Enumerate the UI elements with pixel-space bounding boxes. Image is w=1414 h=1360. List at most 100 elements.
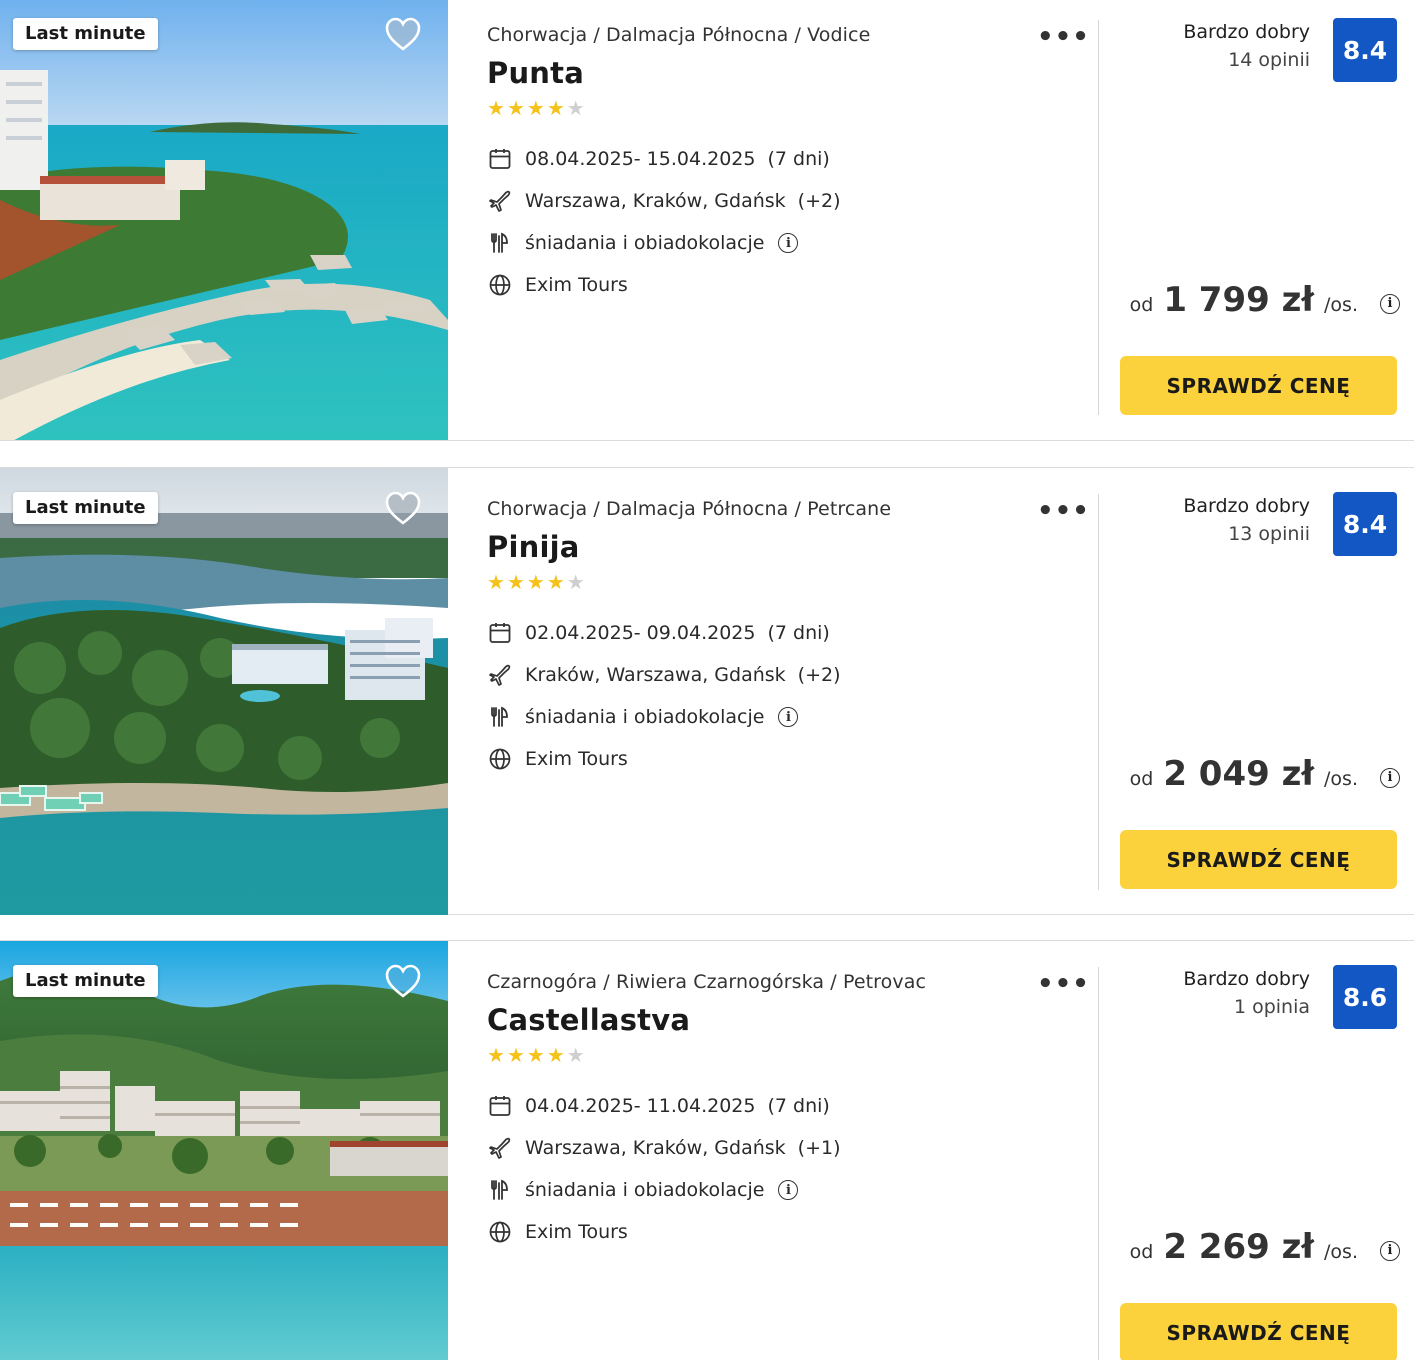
price-suffix: /os.: [1324, 768, 1358, 790]
hotel-stars: ★ ★ ★ ★ ★: [487, 1043, 1087, 1067]
departures-row: Warszawa, Kraków, Gdańsk (+1): [487, 1127, 1087, 1169]
check-price-button[interactable]: SPRAWDŹ CENĘ: [1120, 830, 1397, 889]
tour-operator: Exim Tours: [525, 748, 628, 770]
board-info-icon[interactable]: i: [778, 1180, 799, 1200]
hotel-photo-image: [0, 0, 448, 440]
price-prefix: od: [1129, 294, 1154, 316]
hotel-name[interactable]: Pinija: [487, 530, 1087, 564]
board-row: śniadania i obiadokolacje i: [487, 696, 1087, 738]
tour-operator: Exim Tours: [525, 274, 628, 296]
rating-score: 8.4: [1333, 18, 1397, 82]
star-icon: ★: [506, 96, 525, 120]
hotel-name[interactable]: Punta: [487, 56, 1087, 90]
star-empty-icon: ★: [566, 96, 585, 120]
price: od 2 049 zł /os. i: [1130, 754, 1400, 794]
offer-summary: Bardzo dobry 1 opinia 8.6 od 2 269 zł /o…: [1110, 965, 1400, 1360]
rating-score: 8.6: [1333, 965, 1397, 1029]
hotel-stars: ★ ★ ★ ★ ★: [487, 570, 1087, 594]
location-breadcrumb[interactable]: Chorwacja / Dalmacja Północna / Petrcane: [487, 498, 1087, 520]
review-count[interactable]: 14 opinii: [1183, 49, 1310, 71]
star-icon: ★: [546, 96, 565, 120]
price-amount: 1 799 zł: [1163, 280, 1315, 320]
hotel-photo[interactable]: [0, 941, 448, 1360]
star-icon: ★: [506, 1043, 525, 1067]
board-info-icon[interactable]: i: [778, 233, 799, 253]
price: od 1 799 zł /os. i: [1130, 280, 1400, 320]
dates-row: 02.04.2025- 09.04.2025 (7 dni): [487, 612, 1087, 654]
star-icon: ★: [546, 1043, 565, 1067]
plane-icon: [487, 1135, 513, 1161]
more-options-icon[interactable]: •••: [1037, 971, 1090, 997]
more-options-icon[interactable]: •••: [1037, 24, 1090, 50]
favorite-heart-icon[interactable]: [384, 963, 422, 999]
star-icon: ★: [546, 570, 565, 594]
tour-operator: Exim Tours: [525, 1221, 628, 1243]
rating-score: 8.4: [1333, 492, 1397, 556]
trip-duration: (7 dni): [767, 148, 830, 170]
board-type: śniadania i obiadokolacje: [525, 1179, 765, 1201]
calendar-icon: [487, 146, 513, 172]
rating-label: Bardzo dobry: [1183, 968, 1310, 990]
check-price-button[interactable]: SPRAWDŹ CENĘ: [1120, 356, 1397, 415]
offer-card[interactable]: Last minute Chorwacja / Dalmacja Północn…: [0, 0, 1414, 441]
star-icon: ★: [526, 570, 545, 594]
operator-row: Exim Tours: [487, 264, 1087, 306]
hotel-name[interactable]: Castellastva: [487, 1003, 1087, 1037]
favorite-heart-icon[interactable]: [384, 490, 422, 526]
last-minute-badge: Last minute: [13, 18, 158, 50]
price-info-icon[interactable]: i: [1380, 1240, 1400, 1261]
departure-cities: Warszawa, Kraków, Gdańsk: [525, 190, 786, 212]
plane-icon: [487, 188, 513, 214]
offer-details: Chorwacja / Dalmacja Północna / Petrcane…: [487, 498, 1090, 780]
hotel-photo[interactable]: [0, 468, 448, 915]
travel-dates: 04.04.2025- 11.04.2025: [525, 1095, 756, 1117]
more-departures[interactable]: (+2): [798, 664, 841, 686]
review-count[interactable]: 1 opinia: [1183, 996, 1310, 1018]
offer-card[interactable]: Last minute Czarnogóra / Riwiera Czarnog…: [0, 940, 1414, 1360]
star-icon: ★: [487, 570, 505, 594]
star-icon: ★: [506, 570, 525, 594]
globe-icon: [487, 272, 513, 298]
star-icon: ★: [487, 96, 505, 120]
rating-text: Bardzo dobry 14 opinii: [1183, 21, 1310, 71]
price-suffix: /os.: [1324, 294, 1358, 316]
star-empty-icon: ★: [566, 1043, 585, 1067]
location-breadcrumb[interactable]: Czarnogóra / Riwiera Czarnogórska / Petr…: [487, 971, 1087, 993]
calendar-icon: [487, 1093, 513, 1119]
cutlery-icon: [487, 230, 513, 256]
star-icon: ★: [526, 96, 545, 120]
departures-row: Warszawa, Kraków, Gdańsk (+2): [487, 180, 1087, 222]
divider: [1098, 494, 1099, 890]
more-departures[interactable]: (+2): [798, 190, 841, 212]
board-info-icon[interactable]: i: [778, 707, 799, 727]
trip-duration: (7 dni): [767, 1095, 830, 1117]
plane-icon: [487, 662, 513, 688]
star-empty-icon: ★: [566, 570, 585, 594]
board-type: śniadania i obiadokolacje: [525, 232, 765, 254]
price: od 2 269 zł /os. i: [1130, 1227, 1400, 1267]
offer-card[interactable]: Last minute Chorwacja / Dalmacja Północn…: [0, 467, 1414, 915]
offer-details: Czarnogóra / Riwiera Czarnogórska / Petr…: [487, 971, 1090, 1253]
rating-label: Bardzo dobry: [1183, 495, 1310, 517]
dates-row: 04.04.2025- 11.04.2025 (7 dni): [487, 1085, 1087, 1127]
location-breadcrumb[interactable]: Chorwacja / Dalmacja Północna / Vodice: [487, 24, 1087, 46]
hotel-photo[interactable]: [0, 0, 448, 440]
favorite-heart-icon[interactable]: [384, 16, 422, 52]
star-icon: ★: [526, 1043, 545, 1067]
price-info-icon[interactable]: i: [1380, 767, 1400, 788]
review-count[interactable]: 13 opinii: [1183, 523, 1310, 545]
check-price-button[interactable]: SPRAWDŹ CENĘ: [1120, 1303, 1397, 1360]
price-info-icon[interactable]: i: [1380, 293, 1400, 314]
hotel-photo-image: [0, 941, 448, 1360]
more-options-icon[interactable]: •••: [1037, 498, 1090, 524]
more-departures[interactable]: (+1): [798, 1137, 841, 1159]
departures-row: Kraków, Warszawa, Gdańsk (+2): [487, 654, 1087, 696]
trip-duration: (7 dni): [767, 622, 830, 644]
board-row: śniadania i obiadokolacje i: [487, 222, 1087, 264]
star-icon: ★: [487, 1043, 505, 1067]
offer-summary: Bardzo dobry 13 opinii 8.4 od 2 049 zł /…: [1110, 492, 1400, 892]
price-prefix: od: [1129, 1241, 1154, 1263]
rating-label: Bardzo dobry: [1183, 21, 1310, 43]
operator-row: Exim Tours: [487, 1211, 1087, 1253]
travel-dates: 02.04.2025- 09.04.2025: [525, 622, 756, 644]
